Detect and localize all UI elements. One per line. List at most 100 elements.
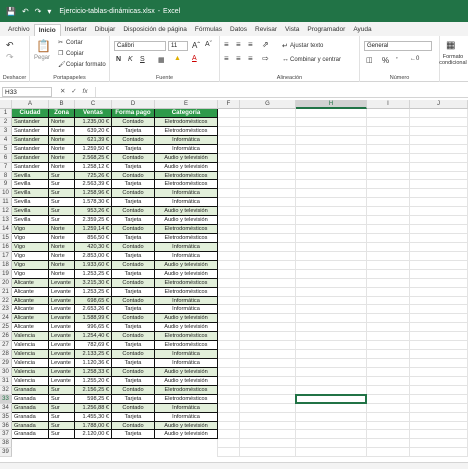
font-size-select[interactable]: 11 [168, 41, 188, 51]
table-cell[interactable]: 953,26 € [75, 207, 112, 217]
table-cell[interactable]: Informática [155, 144, 218, 154]
table-cell[interactable]: 2.156,25 € [75, 385, 112, 395]
format-painter-button[interactable]: Copiar formato [66, 62, 106, 68]
select-all-corner[interactable] [0, 100, 12, 109]
cut-button[interactable]: Cortar [66, 40, 83, 46]
table-cell[interactable]: Contado [112, 367, 155, 377]
align-middle-icon[interactable]: ≡ [236, 40, 241, 49]
table-cell[interactable]: Tarjeta [112, 144, 155, 154]
table-cell[interactable]: Contado [112, 225, 155, 234]
table-cell[interactable]: Informática [155, 403, 218, 413]
table-cell[interactable]: Contado [112, 421, 155, 431]
accounting-icon[interactable]: ◫ [366, 56, 373, 64]
bold-button[interactable]: N [116, 56, 121, 63]
column-header-d[interactable]: D [112, 100, 155, 109]
table-cell[interactable]: Sur [49, 430, 75, 440]
table-cell[interactable]: Contado [112, 171, 155, 181]
table-cell[interactable]: 725,26 € [75, 171, 112, 181]
row-header-22[interactable]: 22 [0, 296, 12, 306]
tab-insertar[interactable]: Insertar [61, 24, 91, 36]
paste-button[interactable]: Pegar [34, 55, 50, 61]
table-cell[interactable]: Vigo [12, 242, 49, 252]
table-cell[interactable]: Contado [112, 189, 155, 199]
table-cell[interactable]: Audio y televisión [155, 367, 218, 377]
fill-color-icon[interactable]: ▲ [174, 55, 181, 62]
table-cell[interactable]: Tarjeta [112, 323, 155, 333]
table-cell[interactable]: Audio y televisión [155, 216, 218, 226]
table-cell[interactable]: Sur [49, 412, 75, 422]
table-cell[interactable]: Audio y televisión [155, 430, 218, 440]
table-cell[interactable]: Norte [49, 126, 75, 136]
row-header-32[interactable]: 32 [0, 385, 12, 395]
table-cell[interactable]: Eletrodomésticos [155, 180, 218, 190]
table-cell[interactable]: Sur [49, 189, 75, 199]
tab-ayuda[interactable]: Ayuda [349, 24, 375, 36]
table-cell[interactable]: 1.258,96 € [75, 189, 112, 199]
table-cell[interactable]: Norte [49, 162, 75, 172]
table-cell[interactable]: Tarjeta [112, 305, 155, 315]
table-cell[interactable]: Sur [49, 216, 75, 226]
save-icon[interactable]: 💾 [6, 7, 16, 16]
table-cell[interactable]: Norte [49, 251, 75, 261]
row-header-17[interactable]: 17 [0, 251, 12, 261]
table-cell[interactable]: Eletrodomésticos [155, 332, 218, 342]
table-cell[interactable]: Tarjeta [112, 251, 155, 261]
table-cell[interactable]: Granada [12, 412, 49, 422]
spreadsheet-grid[interactable]: A B C D E F G H I J 1 2 3 4 5 6 7 8 9 10 11 12 13 14 15 16 17 18 19 2… [0, 100, 468, 462]
table-cell[interactable]: Norte [49, 234, 75, 243]
table-cell[interactable]: Levante [49, 323, 75, 333]
table-cell[interactable]: Contado [112, 260, 155, 270]
table-cell[interactable]: Vigo [12, 251, 49, 261]
table-cell[interactable]: Levante [49, 314, 75, 324]
table-cell[interactable]: Valencia [12, 341, 49, 351]
table-cell[interactable]: Eletrodomésticos [155, 287, 218, 297]
table-cell[interactable]: Contado [112, 296, 155, 306]
undo-icon[interactable]: ↶ [6, 40, 14, 51]
table-cell[interactable]: Informática [155, 135, 218, 145]
table-cell[interactable]: 2.133,25 € [75, 350, 112, 360]
row-header-4[interactable]: 4 [0, 135, 12, 145]
row-header-39[interactable]: 39 [0, 448, 12, 458]
table-cell[interactable]: Contado [112, 207, 155, 217]
table-cell[interactable]: Vigo [12, 225, 49, 234]
row-header-6[interactable]: 6 [0, 153, 12, 163]
table-cell[interactable]: 1.578,30 € [75, 198, 112, 208]
row-header-38[interactable]: 38 [0, 439, 12, 449]
tab-fórmulas[interactable]: Fórmulas [191, 24, 226, 36]
table-cell[interactable]: Contado [112, 117, 155, 127]
row-header-23[interactable]: 23 [0, 305, 12, 315]
column-header-e[interactable]: E [155, 100, 218, 109]
table-cell[interactable]: Valencia [12, 332, 49, 342]
table-cell[interactable]: 2.653,26 € [75, 305, 112, 315]
table-cell[interactable]: Santander [12, 144, 49, 154]
table-cell[interactable]: Eletrodomésticos [155, 171, 218, 181]
table-cell[interactable]: 1.253,25 € [75, 269, 112, 279]
table-cell[interactable]: 621,39 € [75, 135, 112, 145]
table-cell[interactable]: Alicante [12, 296, 49, 306]
table-cell[interactable]: Informática [155, 296, 218, 306]
table-cell[interactable]: Tarjeta [112, 180, 155, 190]
format-painter-icon[interactable]: 🖌 [58, 61, 66, 68]
table-cell[interactable]: Tarjeta [112, 234, 155, 243]
table-cell[interactable]: Santander [12, 162, 49, 172]
table-cell[interactable]: Audio y televisión [155, 260, 218, 270]
table-cell[interactable]: Sevilla [12, 216, 49, 226]
table-cell[interactable]: 639,20 € [75, 126, 112, 136]
tab-datos[interactable]: Datos [226, 24, 251, 36]
selected-cell[interactable] [295, 393, 367, 404]
align-bottom-icon[interactable]: ≡ [248, 40, 253, 49]
tab-vista[interactable]: Vista [281, 24, 303, 36]
paste-icon[interactable]: 📋 [36, 39, 51, 53]
table-cell[interactable]: Norte [49, 225, 75, 234]
enter-icon[interactable]: ✓ [71, 88, 76, 95]
table-cell[interactable]: Informática [155, 350, 218, 360]
table-cell[interactable]: Contado [112, 332, 155, 342]
row-header-29[interactable]: 29 [0, 359, 12, 368]
table-cell[interactable]: Sur [49, 180, 75, 190]
column-header-f[interactable]: F [218, 100, 240, 109]
table-cell[interactable]: 1.258,12 € [75, 162, 112, 172]
table-cell[interactable]: Granada [12, 394, 49, 404]
table-cell[interactable]: Vigo [12, 269, 49, 279]
row-header-15[interactable]: 15 [0, 234, 12, 243]
table-cell[interactable]: Sevilla [12, 207, 49, 217]
